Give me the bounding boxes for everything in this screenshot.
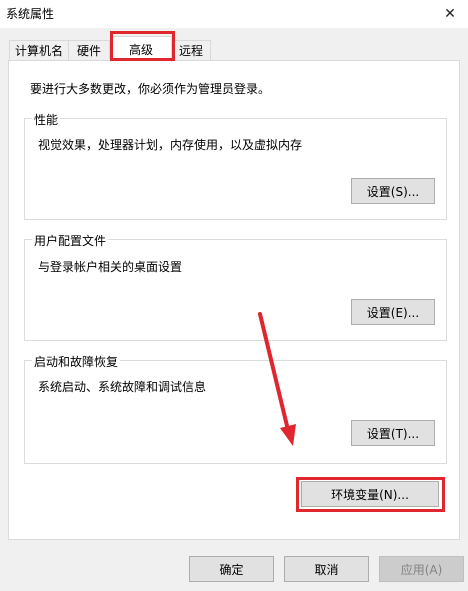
startup-recovery-settings-button[interactable]: 设置(T)...	[351, 420, 435, 446]
startup-recovery-description: 系统启动、系统故障和调试信息	[38, 380, 207, 394]
user-profiles-group	[24, 239, 447, 341]
ok-button[interactable]: 确定	[189, 556, 274, 582]
button-label: 环境变量(N)...	[331, 487, 409, 502]
tab-remote[interactable]: 远程	[171, 40, 211, 60]
apply-button[interactable]: 应用(A)	[379, 556, 464, 582]
cancel-button[interactable]: 取消	[284, 556, 369, 582]
tab-label: 硬件	[76, 44, 101, 58]
tab-label: 计算机名	[14, 44, 63, 58]
performance-settings-button[interactable]: 设置(S)...	[351, 178, 435, 204]
button-label: 设置(S)...	[366, 184, 420, 199]
tab-label: 高级	[128, 43, 153, 57]
button-label: 设置(T)...	[366, 426, 420, 441]
title-bar	[0, 0, 468, 28]
performance-description: 视觉效果，处理器计划，内存使用，以及虚拟内存	[38, 138, 303, 152]
environment-variables-button[interactable]: 环境变量(N)...	[301, 481, 439, 507]
tab-advanced[interactable]: 高级	[110, 36, 172, 62]
user-profiles-description: 与登录帐户相关的桌面设置	[38, 260, 183, 274]
startup-recovery-group	[24, 360, 447, 464]
tab-hardware[interactable]: 硬件	[68, 40, 110, 60]
window-title: 系统属性	[6, 7, 55, 21]
button-label: 确定	[219, 562, 244, 577]
user-profiles-settings-button[interactable]: 设置(E)...	[351, 299, 435, 325]
performance-group	[24, 118, 447, 220]
tab-computer-name[interactable]: 计算机名	[9, 40, 69, 60]
startup-recovery-group-label: 启动和故障恢复	[32, 353, 121, 370]
close-icon: ✕	[444, 6, 456, 22]
user-profiles-group-label: 用户配置文件	[32, 232, 109, 249]
button-label: 应用(A)	[400, 562, 443, 577]
button-label: 设置(E)...	[366, 305, 420, 320]
performance-group-label: 性能	[32, 111, 61, 128]
button-label: 取消	[314, 562, 339, 577]
close-button[interactable]: ✕	[432, 0, 468, 28]
admin-notice: 要进行大多数更改，你必须作为管理员登录。	[30, 82, 271, 96]
tab-label: 远程	[178, 44, 203, 58]
